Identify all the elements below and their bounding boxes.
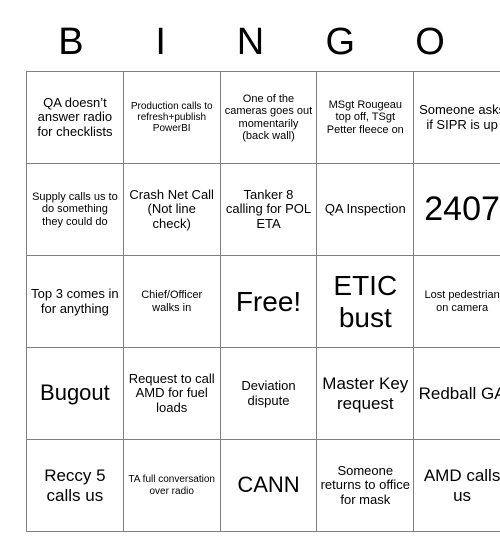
bingo-cell[interactable]: Someone returns to office for mask bbox=[316, 439, 415, 532]
bingo-row: Top 3 comes in for anything Chief/Office… bbox=[26, 255, 500, 348]
bingo-cell[interactable]: TA full conversation over radio bbox=[122, 439, 221, 532]
bingo-cell[interactable]: Production calls to refresh+publish Powe… bbox=[122, 71, 221, 164]
header-letter-n: N bbox=[236, 20, 265, 63]
bingo-header: B I N G O bbox=[26, 12, 475, 71]
bingo-cell[interactable]: Tanker 8 calling for POL ETA bbox=[219, 163, 318, 256]
header-letter-g: G bbox=[325, 20, 356, 63]
bingo-cell[interactable]: Someone asks if SIPR is up bbox=[413, 71, 500, 164]
bingo-row: Bugout Request to call AMD for fuel load… bbox=[26, 347, 500, 440]
bingo-cell[interactable]: 2407 bbox=[413, 163, 500, 256]
header-letter-o: O bbox=[415, 20, 445, 63]
header-letter-b: B bbox=[58, 20, 84, 63]
bingo-cell[interactable]: Bugout bbox=[26, 347, 124, 440]
bingo-cell[interactable]: Top 3 comes in for anything bbox=[26, 255, 124, 348]
bingo-cell[interactable]: Master Key request bbox=[316, 347, 415, 440]
header-letter-i: I bbox=[155, 20, 166, 63]
bingo-cell-free[interactable]: Free! bbox=[219, 255, 318, 348]
bingo-cell[interactable]: One of the cameras goes out momentarily … bbox=[219, 71, 318, 164]
bingo-cell[interactable]: Redball GA bbox=[413, 347, 500, 440]
bingo-cell[interactable]: Reccy 5 calls us bbox=[26, 439, 124, 532]
bingo-cell[interactable]: ETIC bust bbox=[316, 255, 415, 348]
bingo-cell[interactable]: QA Inspection bbox=[316, 163, 415, 256]
bingo-cell[interactable]: QA doesn’t answer radio for checklists bbox=[26, 71, 124, 164]
bingo-row: QA doesn’t answer radio for checklists P… bbox=[26, 71, 500, 164]
bingo-cell[interactable]: CANN bbox=[219, 439, 318, 532]
bingo-cell[interactable]: Crash Net Call (Not line check) bbox=[122, 163, 221, 256]
bingo-cell[interactable]: Request to call AMD for fuel loads bbox=[122, 347, 221, 440]
bingo-cell[interactable]: Chief/Officer walks in bbox=[122, 255, 221, 348]
bingo-cell[interactable]: Lost pedestrian on camera bbox=[413, 255, 500, 348]
bingo-card: B I N G O QA doesn’t answer radio for ch… bbox=[26, 12, 500, 532]
bingo-cell[interactable]: AMD calls us bbox=[413, 439, 500, 532]
bingo-row: Supply calls us to do something they cou… bbox=[26, 163, 500, 256]
bingo-grid: QA doesn’t answer radio for checklists P… bbox=[26, 71, 500, 532]
bingo-row: Reccy 5 calls us TA full conversation ov… bbox=[26, 439, 500, 532]
bingo-cell[interactable]: Deviation dispute bbox=[219, 347, 318, 440]
bingo-cell[interactable]: Supply calls us to do something they cou… bbox=[26, 163, 124, 256]
bingo-cell[interactable]: MSgt Rougeau top off, TSgt Petter fleece… bbox=[316, 71, 415, 164]
